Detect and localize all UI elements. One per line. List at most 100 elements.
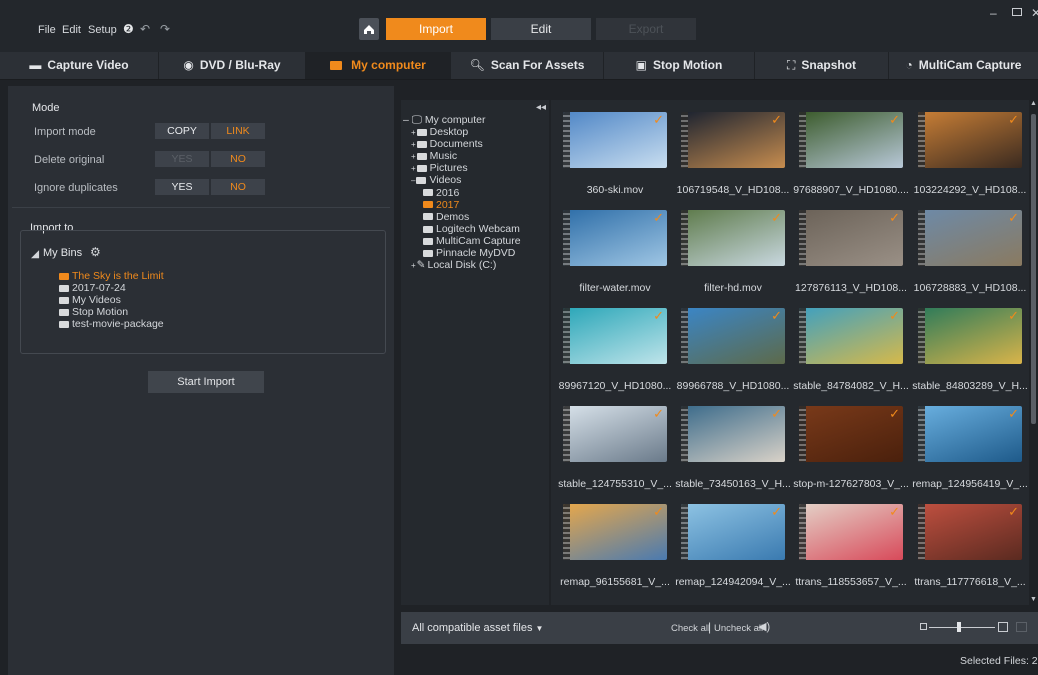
checkmark-icon[interactable]: ✓ — [1008, 210, 1019, 226]
media-thumbnail[interactable]: ✓ — [681, 210, 785, 266]
tree-item[interactable]: MultiCam Capture — [423, 235, 521, 247]
tree-item[interactable]: + Documents — [411, 138, 483, 150]
tree-item[interactable]: + Music — [411, 150, 457, 162]
bin-item[interactable]: 2017-07-24 — [59, 282, 126, 294]
tab-capture-video[interactable]: ▬ Capture Video — [0, 52, 159, 79]
checkmark-icon[interactable]: ✓ — [771, 406, 782, 422]
ignore-no-button[interactable]: NO — [211, 179, 265, 195]
delete-yes-button[interactable]: YES — [155, 151, 209, 167]
tab-scan-for-assets[interactable]: 🔍︎ Scan For Assets — [451, 52, 604, 79]
speaker-icon[interactable]: ◀) — [758, 620, 770, 633]
checkmark-icon[interactable]: ✓ — [1008, 406, 1019, 422]
bin-item[interactable]: test-movie-package — [59, 318, 164, 330]
media-thumbnail[interactable]: ✓ — [918, 112, 1022, 168]
bin-item[interactable]: Stop Motion — [59, 306, 128, 318]
media-thumbnail[interactable]: ✓ — [918, 504, 1022, 560]
media-thumbnail[interactable]: ✓ — [799, 210, 903, 266]
scroll-down-icon[interactable]: ▼ — [1030, 596, 1037, 603]
tree-item[interactable]: Demos — [423, 211, 469, 223]
tab-dvd-bluray[interactable]: ◉ DVD / Blu-Ray — [159, 52, 306, 79]
collapse-panel-icon[interactable]: ◂◂ — [536, 102, 546, 113]
thumbnail-size-slider[interactable] — [929, 627, 995, 628]
start-import-button[interactable]: Start Import — [148, 371, 264, 393]
scroll-up-icon[interactable]: ▲ — [1030, 100, 1037, 107]
fullscreen-icon[interactable] — [1016, 622, 1027, 632]
media-thumbnail[interactable]: ✓ — [799, 308, 903, 364]
checkmark-icon[interactable]: ✓ — [889, 210, 900, 226]
tab-my-computer[interactable]: My computer — [306, 52, 451, 79]
copy-button[interactable]: COPY — [155, 123, 209, 139]
bins-root[interactable]: My Bins — [43, 247, 82, 259]
check-all-link[interactable]: Check all — [671, 623, 710, 634]
media-thumbnail[interactable]: ✓ — [918, 308, 1022, 364]
tree-item[interactable]: Logitech Webcam — [423, 223, 520, 235]
menu-edit[interactable]: Edit — [62, 24, 81, 36]
media-thumbnail[interactable]: ✓ — [563, 504, 667, 560]
media-thumbnail[interactable]: ✓ — [918, 406, 1022, 462]
small-thumbnail-icon[interactable] — [920, 623, 927, 630]
close-icon[interactable]: ✕ — [1031, 6, 1038, 20]
edit-button[interactable]: Edit — [491, 18, 591, 40]
checkmark-icon[interactable]: ✓ — [771, 308, 782, 324]
bin-item[interactable]: My Videos — [59, 294, 121, 306]
tree-item[interactable]: +✎ Local Disk (C:) — [411, 259, 496, 271]
maximize-icon[interactable] — [1012, 8, 1022, 16]
checkmark-icon[interactable]: ✓ — [889, 406, 900, 422]
checkmark-icon[interactable]: ✓ — [889, 308, 900, 324]
checkmark-icon[interactable]: ✓ — [889, 112, 900, 128]
tab-snapshot[interactable]: ⛶ Snapshot — [755, 52, 889, 79]
menu-setup[interactable]: Setup — [88, 24, 117, 36]
bins-settings-icon[interactable]: ⚙ — [90, 245, 101, 259]
checkmark-icon[interactable]: ✓ — [771, 210, 782, 226]
tree-item[interactable]: – Videos — [411, 174, 461, 186]
bin-item[interactable]: The Sky is the Limit — [59, 270, 164, 282]
undo-icon[interactable]: ↶ — [140, 22, 150, 36]
media-thumbnail[interactable]: ✓ — [799, 406, 903, 462]
media-thumbnail[interactable]: ✓ — [681, 112, 785, 168]
checkmark-icon[interactable]: ✓ — [653, 308, 664, 324]
tree-item[interactable]: Pinnacle MyDVD — [423, 247, 515, 259]
media-thumbnail[interactable]: ✓ — [799, 504, 903, 560]
uncheck-all-link[interactable]: Uncheck all — [714, 623, 763, 634]
checkmark-icon[interactable]: ✓ — [653, 406, 664, 422]
checkmark-icon[interactable]: ✓ — [1008, 504, 1019, 520]
tab-stop-motion[interactable]: ▣ Stop Motion — [604, 52, 755, 79]
delete-no-button[interactable]: NO — [211, 151, 265, 167]
tree-item[interactable]: + Desktop — [411, 126, 468, 138]
ignore-yes-button[interactable]: YES — [155, 179, 209, 195]
media-thumbnail[interactable]: ✓ — [563, 308, 667, 364]
tree-item[interactable]: 2017 — [423, 199, 459, 211]
tree-item[interactable]: + Pictures — [411, 162, 468, 174]
media-thumbnail[interactable]: ✓ — [563, 112, 667, 168]
checkmark-icon[interactable]: ✓ — [653, 504, 664, 520]
link-button[interactable]: LINK — [211, 123, 265, 139]
redo-icon[interactable]: ↷ — [160, 22, 170, 36]
file-filter-dropdown[interactable]: All compatible asset files ▼ — [412, 622, 543, 634]
media-thumbnail[interactable]: ✓ — [681, 308, 785, 364]
checkmark-icon[interactable]: ✓ — [1008, 308, 1019, 324]
minimize-icon[interactable]: – — [990, 6, 997, 20]
expand-icon[interactable]: ◢ — [31, 248, 39, 260]
checkmark-icon[interactable]: ✓ — [771, 504, 782, 520]
menu-file[interactable]: File — [38, 24, 56, 36]
help-icon[interactable]: ❷ — [123, 22, 134, 36]
tab-multicam-capture[interactable]: ◔ MultiCam Capture — [889, 52, 1038, 79]
tree-item[interactable]: 2016 — [423, 187, 459, 199]
checkmark-icon[interactable]: ✓ — [889, 504, 900, 520]
grid-scrollbar[interactable]: ▲ ▼ — [1029, 100, 1038, 605]
checkmark-icon[interactable]: ✓ — [771, 112, 782, 128]
media-thumbnail[interactable]: ✓ — [918, 210, 1022, 266]
media-thumbnail[interactable]: ✓ — [563, 406, 667, 462]
checkmark-icon[interactable]: ✓ — [653, 210, 664, 226]
media-thumbnail[interactable]: ✓ — [681, 406, 785, 462]
export-button[interactable]: Export — [596, 18, 696, 40]
slider-handle[interactable] — [957, 622, 961, 632]
checkmark-icon[interactable]: ✓ — [653, 112, 664, 128]
large-thumbnail-icon[interactable] — [998, 622, 1008, 632]
media-thumbnail[interactable]: ✓ — [799, 112, 903, 168]
media-thumbnail[interactable]: ✓ — [681, 504, 785, 560]
media-thumbnail[interactable]: ✓ — [563, 210, 667, 266]
home-button[interactable] — [359, 18, 379, 40]
import-button[interactable]: Import — [386, 18, 486, 40]
scroll-thumb[interactable] — [1031, 114, 1036, 424]
